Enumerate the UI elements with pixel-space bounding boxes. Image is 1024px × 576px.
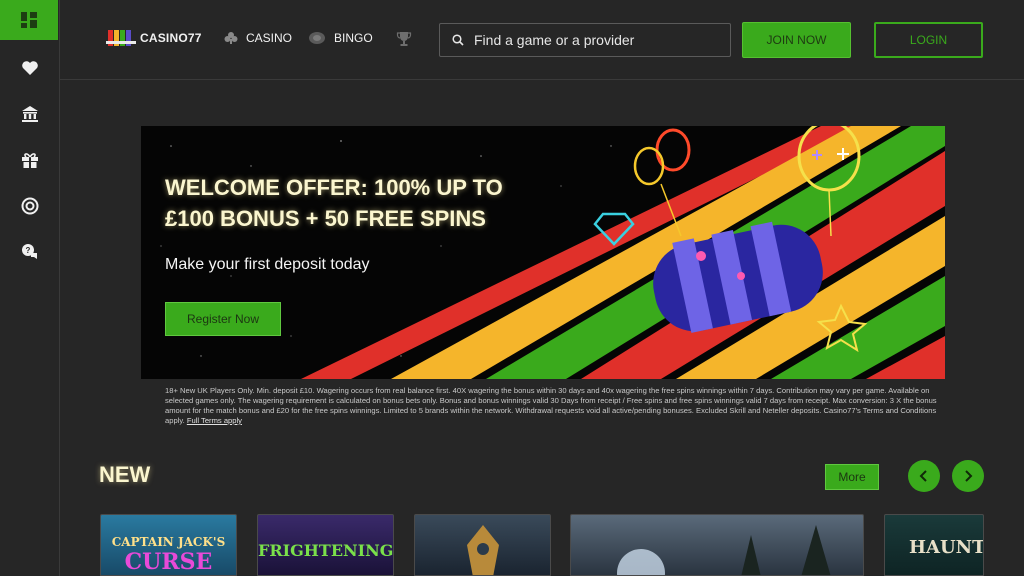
new-games-title: NEW [99,462,151,487]
join-now-button[interactable]: JOIN NOW [742,22,851,58]
nav-casino-label: CASINO [246,31,293,45]
bingo-ball-icon [309,32,325,44]
nav-bingo[interactable]: BINGO [308,31,373,45]
search-box[interactable] [439,23,731,57]
game-tile[interactable] [570,514,864,576]
game-tile[interactable]: HAUNTE [884,514,984,576]
banner-title: WELCOME OFFER: 100% UP TO £100 BONUS + 5… [165,172,565,234]
sidebar-item-dashboard[interactable] [0,0,58,40]
sidebar-item-support[interactable] [0,186,60,226]
clubs-icon [224,32,238,44]
login-button[interactable]: LOGIN [874,22,983,58]
banner-subtitle: Make your first deposit today [165,256,370,273]
brand-logo[interactable]: CASINO77 [106,28,202,48]
casino77-logo-icon [106,30,136,46]
next-button[interactable] [952,460,984,492]
banner-title-line2: £100 BONUS + 50 FREE SPINS [165,206,486,231]
chat-help-icon: ? [22,244,37,259]
dashboard-icon [21,12,37,28]
sidebar: ? [0,0,60,576]
trophy-icon [396,32,412,46]
chevron-left-icon [919,470,927,482]
lifebuoy-icon [21,197,39,215]
banner-artwork [160,126,945,379]
top-bar: CASINO77 CASINO BINGO JOIN NO [60,0,1024,80]
bank-icon [22,106,38,122]
nav-casino[interactable]: CASINO [224,31,292,45]
prev-button[interactable] [908,460,940,492]
heart-icon [22,61,38,75]
sidebar-item-banking[interactable] [0,94,60,134]
game-title-line1: CAPTAIN JACK'S [111,535,226,549]
more-button[interactable]: More [825,464,879,490]
search-input[interactable] [474,32,714,48]
svg-text:?: ? [26,246,31,255]
nav-tournaments[interactable] [396,31,412,47]
game-title-line1: FRIGHTENING [258,541,394,560]
sidebar-item-help[interactable]: ? [0,232,60,272]
gift-icon [22,153,38,168]
game-artwork [617,525,831,575]
sidebar-item-promotions[interactable] [0,140,60,180]
game-tile[interactable]: CAPTAIN JACK'S CURSE [100,514,237,576]
game-artwork [467,525,499,575]
sidebar-item-favourites[interactable] [0,48,60,88]
game-tile[interactable]: FRIGHTENING [257,514,394,576]
search-icon [452,34,464,46]
game-title-line1: HAUNTE [909,537,983,558]
bonus-terms: 18+ New UK Players Only. Min. deposit £1… [165,386,945,426]
game-title-line2: CURSE [124,549,213,575]
chevron-right-icon [965,470,973,482]
banner-title-line1: WELCOME OFFER: 100% UP TO [165,175,503,200]
full-terms-link[interactable]: Full Terms apply [187,416,242,425]
promo-banner[interactable]: WELCOME OFFER: 100% UP TO £100 BONUS + 5… [141,126,945,379]
game-tile[interactable] [414,514,551,576]
bonus-terms-text: 18+ New UK Players Only. Min. deposit £1… [165,386,937,425]
register-now-button[interactable]: Register Now [165,302,281,336]
nav-bingo-label: BINGO [334,31,373,45]
brand-name: CASINO77 [140,31,202,45]
